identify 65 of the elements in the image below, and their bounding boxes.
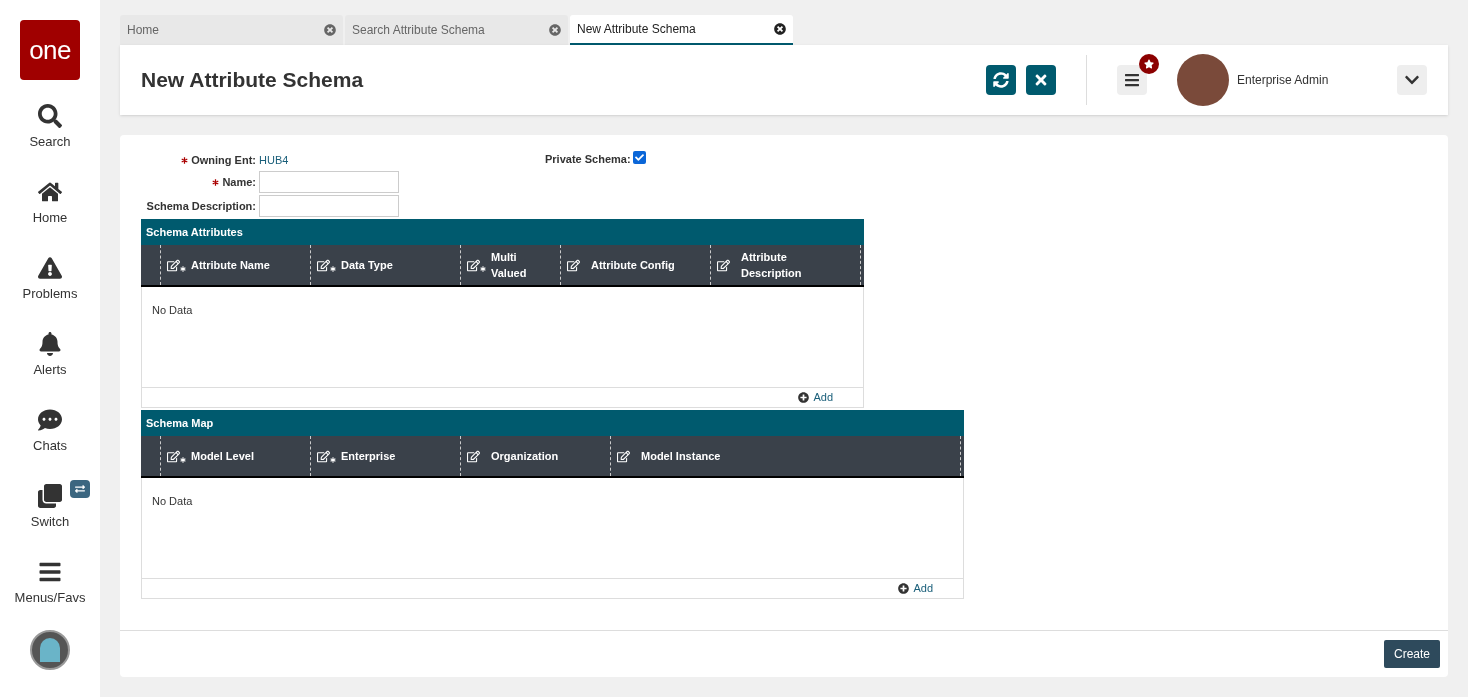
refresh-button[interactable] — [986, 65, 1016, 95]
column-header[interactable]: Multi Valued — [491, 249, 554, 281]
assistant-avatar[interactable] — [30, 630, 70, 670]
section-header: Schema Map — [141, 410, 964, 436]
menu-button[interactable] — [1117, 65, 1147, 95]
close-icon — [324, 24, 336, 36]
user-avatar[interactable] — [1177, 54, 1229, 106]
close-icon — [549, 24, 561, 36]
private-checkbox[interactable] — [632, 151, 646, 164]
field-label: Owning Ent: — [191, 152, 256, 168]
tab[interactable]: Search Attribute Schema — [345, 15, 568, 45]
star-badge — [1139, 54, 1159, 74]
problems-icon — [38, 256, 62, 280]
nav-item[interactable]: Home — [5, 180, 95, 234]
dropdown-button[interactable] — [1397, 65, 1427, 95]
logo[interactable]: one — [20, 20, 80, 80]
column-header[interactable]: Enterprise — [341, 448, 396, 464]
owning-ent-value: HUB4 — [259, 152, 290, 168]
chats-icon — [38, 408, 62, 432]
tab[interactable]: Home — [120, 15, 343, 45]
column-header[interactable]: Attribute Description — [741, 249, 841, 281]
user-role: Enterprise Admin — [1237, 72, 1330, 89]
nav-item[interactable]: Alerts — [5, 332, 95, 386]
column-header[interactable]: Data Type — [341, 257, 393, 273]
nav-item[interactable]: Menus/Favs — [5, 560, 95, 614]
edit-icon[interactable] — [167, 449, 187, 463]
empty-text: No Data — [152, 304, 193, 316]
edit-icon[interactable] — [467, 258, 487, 272]
column-header[interactable]: Organization — [491, 448, 559, 464]
empty-text: No Data — [152, 495, 193, 507]
name-field[interactable] — [259, 171, 399, 193]
tab[interactable]: New Attribute Schema — [570, 15, 793, 45]
add-button[interactable]: Add — [898, 580, 933, 597]
switch-icon — [38, 484, 62, 508]
menus-icon — [38, 560, 62, 584]
edit-icon[interactable] — [317, 449, 337, 463]
nav-item[interactable]: Problems — [5, 256, 95, 310]
nav-item[interactable]: Search — [5, 104, 95, 158]
description-field[interactable] — [259, 195, 399, 217]
plus-icon — [798, 392, 810, 403]
section-header: Schema Attributes — [141, 219, 864, 245]
close-button[interactable] — [1026, 65, 1056, 95]
field-label: Name: — [222, 174, 256, 190]
field-label: Private Schema: — [545, 152, 631, 167]
nav-item[interactable]: Chats — [5, 408, 95, 462]
menu-icon — [1124, 72, 1140, 88]
edit-icon[interactable] — [167, 258, 187, 272]
add-button[interactable]: Add — [798, 389, 833, 406]
plus-icon — [898, 583, 910, 594]
search-icon — [38, 104, 62, 128]
swap-icon — [70, 480, 90, 498]
column-header[interactable]: Model Level — [191, 448, 254, 464]
create-button[interactable]: Create — [1383, 640, 1440, 668]
field-label: Schema Description: — [146, 198, 256, 214]
column-header[interactable]: Attribute Name — [191, 257, 270, 273]
close-icon — [774, 23, 786, 35]
refresh-icon — [993, 72, 1009, 88]
column-header[interactable]: Model Instance — [641, 448, 721, 464]
column-header[interactable]: Attribute Config — [591, 257, 675, 273]
home-icon — [38, 180, 62, 204]
page-title: New Attribute Schema — [141, 67, 365, 94]
alerts-icon — [38, 332, 62, 356]
nav-item[interactable]: Switch — [5, 484, 95, 538]
edit-icon[interactable] — [317, 258, 337, 272]
close-icon — [1033, 72, 1049, 88]
